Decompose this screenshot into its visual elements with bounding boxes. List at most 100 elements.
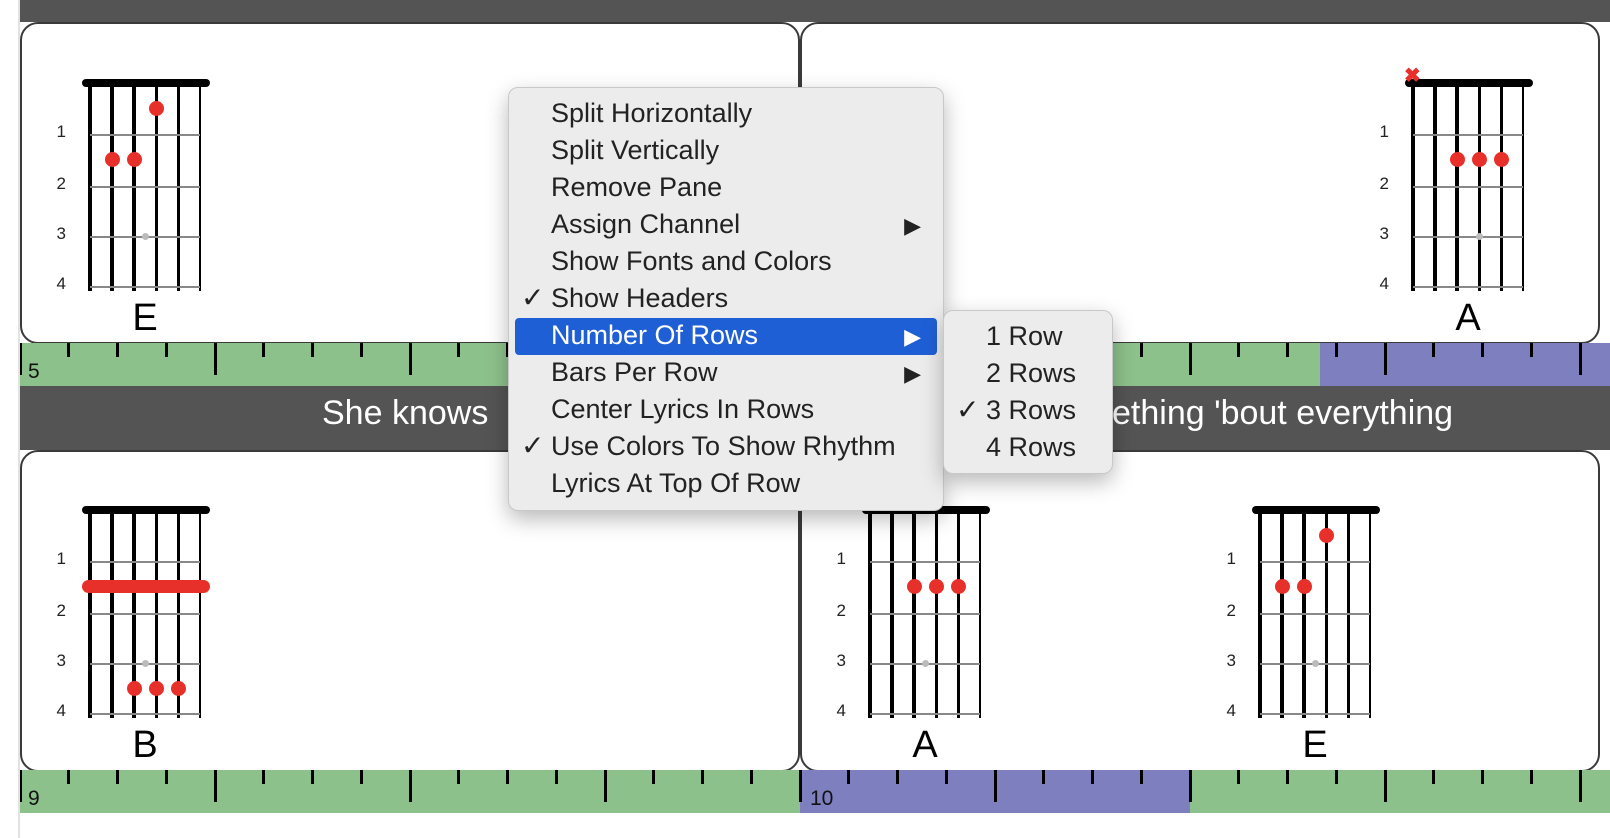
fret-number: 3 (56, 651, 66, 670)
ruler-tick (749, 770, 753, 784)
fret-number: 4 (56, 274, 66, 293)
chord-name: B (132, 724, 158, 766)
menu-item-label: Bars Per Row (551, 357, 718, 387)
lyric-text-left: She knows (322, 394, 489, 432)
fret-number: 1 (56, 549, 66, 568)
submenu-item-2-rows[interactable]: 2 Rows (950, 356, 1106, 393)
finger-dot (950, 578, 966, 594)
ruler-tick (164, 770, 168, 784)
ruler-tick (1334, 770, 1338, 784)
chevron-right-icon: ▶ (904, 361, 921, 386)
submenu-item-label: 3 Rows (986, 395, 1077, 425)
ruler-tick (1237, 770, 1241, 784)
bar-number-9: 9 (28, 787, 40, 810)
ruler-segment-purple (1320, 343, 1610, 386)
ruler-tick (603, 770, 607, 802)
fret-number: 4 (56, 701, 66, 720)
ruler-tick (1334, 343, 1338, 357)
ruler-tick (1432, 770, 1436, 784)
ruler-tick (359, 343, 363, 357)
ruler-tick (506, 770, 509, 784)
chord-fret-line (90, 286, 200, 288)
fret-number: 1 (1226, 549, 1236, 568)
chord-nut (82, 79, 210, 87)
menu-item-show-headers[interactable]: ✓ Show Headers (515, 281, 937, 318)
finger-dot (1274, 578, 1290, 594)
mute-icon: ✖ (1404, 65, 1421, 87)
chord-name: A (912, 724, 938, 766)
chord-fret-line (90, 186, 200, 188)
position-marker (921, 660, 929, 667)
ruler-tick (311, 770, 314, 784)
fret-number: 2 (836, 601, 846, 620)
fret-number: 3 (1379, 224, 1389, 243)
lyric-text-right: ething 'bout everything (1112, 394, 1454, 432)
ruler-tick (1432, 343, 1436, 357)
fret-number: 4 (1226, 701, 1236, 720)
menu-item-remove-pane[interactable]: Remove Pane (515, 170, 937, 207)
menu-item-center-lyrics-in-rows[interactable]: Center Lyrics In Rows (515, 392, 937, 429)
menu-item-split-vertically[interactable]: Split Vertically (515, 133, 937, 170)
rhythm-ruler-row2[interactable]: 9 10 (20, 770, 1610, 813)
submenu-item-3-rows[interactable]: ✓ 3 Rows (950, 393, 1106, 430)
fret-number: 3 (56, 224, 66, 243)
menu-item-label: Lyrics At Top Of Row (551, 468, 801, 498)
menu-item-use-colors-to-show-rhythm[interactable]: ✓ Use Colors To Show Rhythm (515, 429, 937, 466)
ruler-tick (20, 770, 22, 802)
ruler-tick (1286, 770, 1289, 784)
submenu-item-1-row[interactable]: 1 Row (950, 319, 1106, 356)
ruler-tick (1237, 343, 1241, 357)
number-of-rows-submenu: 1 Row 2 Rows ✓ 3 Rows 4 Rows (943, 310, 1113, 474)
ruler-tick (457, 343, 461, 357)
position-marker (141, 660, 149, 667)
ruler-tick (554, 770, 558, 784)
ruler-tick (1091, 770, 1094, 784)
menu-item-label: Assign Channel (551, 209, 741, 239)
fret-number: 2 (1379, 174, 1389, 193)
position-marker (1475, 233, 1483, 240)
checkmark-icon: ✓ (521, 282, 545, 313)
ruler-tick (1042, 770, 1046, 784)
chord-fret-line (90, 134, 200, 136)
ruler-tick (408, 343, 412, 375)
chord-fret-line (870, 613, 980, 615)
finger-dot (126, 151, 142, 167)
finger-dot (1493, 151, 1509, 167)
menu-item-lyrics-at-top-of-row[interactable]: Lyrics At Top Of Row (515, 466, 937, 503)
chord-fret-line (1413, 186, 1523, 188)
chord-name: A (1455, 297, 1481, 339)
submenu-item-label: 1 Row (986, 321, 1063, 351)
ruler-tick (262, 343, 266, 357)
menu-item-label: Use Colors To Show Rhythm (551, 431, 896, 461)
menu-item-label: Split Vertically (551, 135, 720, 165)
ruler-tick (67, 343, 71, 357)
ruler-tick (213, 343, 217, 375)
chord-fret-line (870, 713, 980, 715)
finger-dot (104, 151, 120, 167)
ruler-tick (993, 770, 997, 802)
menu-item-show-fonts-and-colors[interactable]: Show Fonts and Colors (515, 244, 937, 281)
fret-number: 4 (1379, 274, 1389, 293)
menu-item-split-horizontally[interactable]: Split Horizontally (515, 96, 937, 133)
ruler-tick (944, 770, 948, 784)
menu-item-number-of-rows[interactable]: Number Of Rows ▶ (515, 318, 937, 355)
menu-item-assign-channel[interactable]: Assign Channel ▶ (515, 207, 937, 244)
chord-fret-line (1260, 561, 1370, 563)
chord-nut (1252, 506, 1380, 514)
ruler-tick (798, 770, 802, 802)
ruler-tick (1286, 343, 1289, 357)
submenu-item-4-rows[interactable]: 4 Rows (950, 430, 1106, 467)
finger-dot (148, 100, 164, 116)
chord-nut (1405, 79, 1533, 87)
ruler-tick (1481, 343, 1484, 357)
ruler-tick (1529, 343, 1533, 357)
ruler-tick (1188, 343, 1192, 375)
bar-number-5: 5 (28, 360, 40, 383)
chevron-right-icon: ▶ (904, 324, 921, 349)
ruler-segment-green (1190, 770, 1610, 813)
chord-fret-line (1260, 713, 1370, 715)
checkmark-icon: ✓ (956, 394, 980, 425)
menu-item-bars-per-row[interactable]: Bars Per Row ▶ (515, 355, 937, 392)
chord-fret-line (1413, 236, 1523, 238)
fret-number: 2 (1226, 601, 1236, 620)
